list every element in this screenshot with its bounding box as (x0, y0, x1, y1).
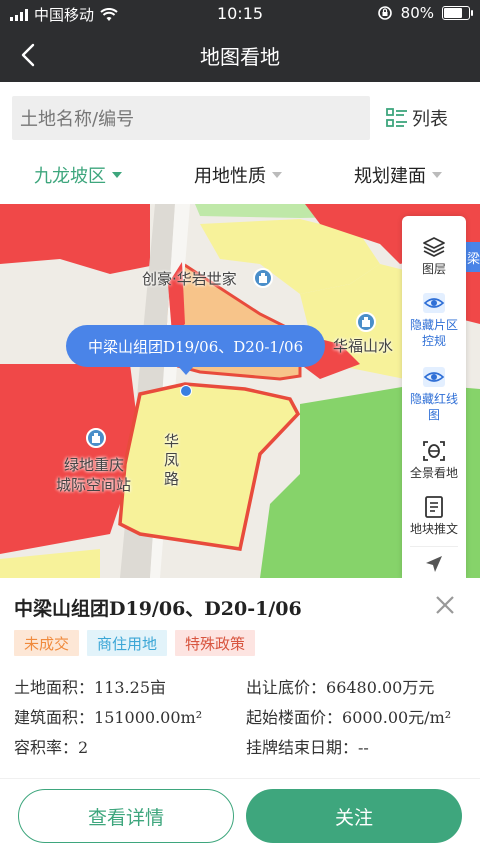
layers-icon (423, 237, 445, 257)
nav-bar: 地图看地 (0, 28, 480, 82)
floor-price-row: 出让底价：66480.00万元 (246, 674, 434, 698)
end-date-row: 挂牌结束日期：-- (246, 734, 369, 758)
build-area-value: 151000.00m² (94, 708, 203, 727)
view-details-button[interactable]: 查看详情 (18, 789, 234, 843)
end-date-label: 挂牌结束日期： (246, 738, 359, 757)
layers-button[interactable]: 图层 (402, 236, 466, 277)
eye-icon (423, 367, 445, 387)
floor-price-value: 66480.00万元 (326, 678, 435, 697)
build-area-label: 建筑面积： (14, 708, 95, 727)
map-tool-panel: 图层 隐藏片区控规 隐藏红线图 全景看地 地块推文 (402, 216, 466, 578)
panorama-icon (423, 441, 445, 461)
hide-redline-button[interactable]: 隐藏红线图 (402, 366, 466, 423)
filter-land-use-label: 用地性质 (194, 166, 266, 187)
dropdown-arrow-icon (112, 172, 122, 178)
road-label-char: 路 (164, 470, 180, 488)
parcel-info-card: 中梁山组团D19/06、D20-1/06 未成交 商住用地 特殊政策 土地面积：… (0, 578, 480, 778)
close-button[interactable] (432, 592, 458, 618)
building-icon (356, 312, 376, 332)
parcel-callout-text: 中梁山组团D19/06、D20-1/06 (88, 337, 304, 356)
follow-button[interactable]: 关注 (246, 789, 462, 843)
search-input[interactable]: 土地名称/编号 (12, 96, 370, 140)
building-icon (253, 268, 273, 288)
layers-label: 图层 (421, 262, 446, 276)
filter-planned-area[interactable]: 规划建面 (354, 162, 442, 188)
parcel-tags: 未成交 商住用地 特殊政策 (14, 630, 256, 656)
build-area-row: 建筑面积：151000.00m² (14, 704, 202, 728)
close-icon (436, 596, 454, 614)
follow-label: 关注 (334, 806, 373, 829)
dropdown-arrow-icon (272, 172, 282, 178)
floor-price-label: 出让底价： (246, 678, 327, 697)
parcel-name: 中梁山组团D19/06、D20-1/06 (14, 598, 302, 620)
filter-district[interactable]: 九龙坡区 (34, 162, 122, 188)
map-label-lvdi-2: 城际空间站 (56, 476, 132, 494)
tool-divider (410, 546, 458, 547)
unit-price-value: 6000.00元/m² (342, 708, 452, 727)
locate-icon (426, 556, 442, 572)
location-dot (180, 385, 192, 397)
land-use-badge: 商住用地 (87, 630, 168, 656)
list-icon (386, 108, 407, 127)
filter-land-use[interactable]: 用地性质 (194, 162, 282, 188)
unit-price-row: 起始楼面价：6000.00元/m² (246, 704, 451, 728)
road-label-char: 华 (164, 432, 180, 450)
far-value: 2 (78, 738, 89, 757)
land-area-label: 土地面积： (14, 678, 95, 697)
building-icon (86, 428, 106, 448)
page-title: 地图看地 (200, 45, 280, 69)
eye-icon (423, 293, 445, 313)
map-label-huafu: 华福山水 (333, 337, 394, 355)
search-row: 土地名称/编号 列表 (0, 82, 480, 154)
policy-badge: 特殊政策 (175, 630, 256, 656)
status-bar: 中国移动 10:15 80% (0, 0, 480, 28)
filter-district-label: 九龙坡区 (34, 166, 106, 187)
list-view-button[interactable]: 列表 (386, 96, 448, 140)
panorama-button[interactable]: 全景看地 (402, 440, 466, 481)
hide-redline-label: 隐藏红线图 (410, 392, 459, 422)
list-label: 列表 (412, 109, 448, 130)
locate-button[interactable] (402, 554, 466, 577)
filter-planned-area-label: 规划建面 (354, 166, 426, 187)
unit-price-label: 起始楼面价： (246, 708, 343, 727)
parcel-article-button[interactable]: 地块推文 (402, 496, 466, 537)
dropdown-arrow-icon (432, 172, 442, 178)
view-details-label: 查看详情 (87, 806, 164, 829)
map-label-chuanghao: 创豪·华岩世家 (142, 270, 237, 288)
bottom-actions: 查看详情 关注 (0, 778, 480, 854)
parcel-callout[interactable]: 中梁山组团D19/06、D20-1/06 (66, 325, 326, 375)
map-label-lvdi-1: 绿地重庆 (64, 456, 125, 474)
status-badge: 未成交 (14, 630, 80, 656)
battery-percent: 80% (400, 4, 434, 22)
far-row: 容积率：2 (14, 734, 88, 758)
map-view[interactable]: 创豪·华岩世家 华福山水 绿地重庆 城际空间站 华 凤 路 中梁山组团D19/0… (0, 204, 480, 578)
battery-icon (442, 6, 473, 20)
parcel-article-label: 地块推文 (409, 522, 458, 536)
battery-fill (444, 8, 462, 18)
document-icon (425, 496, 443, 518)
panorama-label: 全景看地 (409, 466, 458, 480)
end-date-value: -- (358, 738, 369, 757)
rotation-lock-icon (377, 6, 392, 20)
hide-zoning-label: 隐藏片区控规 (410, 318, 459, 348)
land-area-row: 土地面积：113.25亩 (14, 674, 166, 698)
hide-zoning-button[interactable]: 隐藏片区控规 (402, 292, 466, 349)
land-area-value: 113.25亩 (94, 678, 167, 697)
filter-row: 九龙坡区 用地性质 规划建面 (0, 154, 480, 204)
status-right: 80% (377, 4, 473, 22)
search-placeholder: 土地名称/编号 (20, 109, 135, 130)
road-label-char: 凤 (164, 451, 180, 469)
far-label: 容积率： (14, 738, 79, 757)
